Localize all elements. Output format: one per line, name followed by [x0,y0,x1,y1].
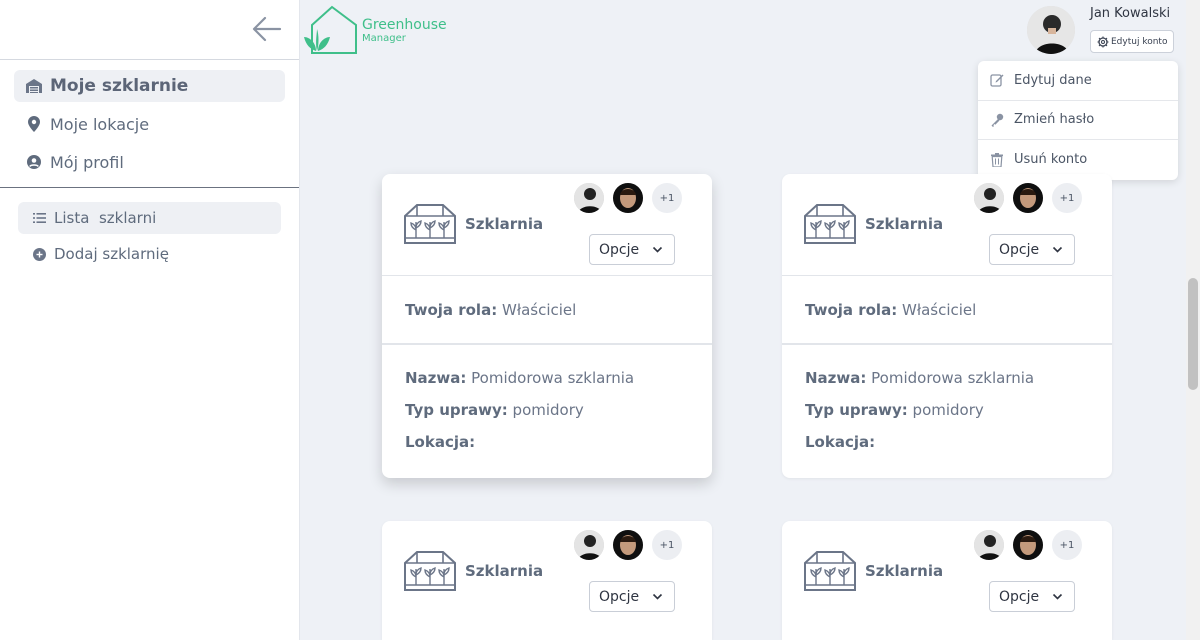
key-icon [990,113,1004,127]
menu-item-change-password[interactable]: Zmień hasło [978,101,1178,140]
avatar[interactable] [1013,183,1043,213]
greenhouse-card: Szklarnia +1 Opcje [782,521,1112,640]
role-label: Twoja rola: [805,301,898,319]
logo-title: Greenhouse [362,17,447,33]
avatar[interactable] [1013,530,1043,560]
nav-item-my-profile[interactable]: Mój profil [14,146,285,178]
sidebar: Moje szklarnie Moje lokacje Mój profil L… [0,0,300,640]
map-pin-icon [26,116,42,132]
avatar[interactable] [1027,6,1075,54]
card-title: Szklarnia [865,562,944,580]
options-label: Opcje [599,588,640,605]
options-label: Opcje [999,588,1040,605]
plus-circle-icon [32,247,46,261]
name-label: Nazwa: [405,369,467,387]
name-label: Nazwa: [805,369,867,387]
greenhouse-logo-icon [304,5,357,54]
name-value: Pomidorowa szklarnia [471,369,635,387]
greenhouse-icon [804,551,856,591]
member-avatars: +1 [574,183,682,213]
sub-item-label: Lista szklarni [54,209,157,227]
sub-item-label: Dodaj szklarnię [54,245,169,263]
card-details: Nazwa: Pomidorowa szklarnia Typ uprawy: … [382,345,712,479]
card-details: Nazwa: Pomidorowa szklarnia Typ uprawy: … [782,345,1112,479]
more-members-badge[interactable]: +1 [652,183,682,213]
user-name: Jan Kowalski [1090,6,1171,21]
more-members-badge[interactable]: +1 [1052,530,1082,560]
nav-item-label: Moje szklarnie [50,76,189,96]
member-avatars: +1 [974,530,1082,560]
location-label: Lokacja: [805,433,876,451]
name-value: Pomidorowa szklarnia [871,369,1035,387]
crop-type-label: Typ uprawy: [405,401,508,419]
avatar[interactable] [974,183,1004,213]
sidebar-header [0,0,299,60]
chevron-down-icon [652,246,663,253]
member-avatars: +1 [574,530,682,560]
options-dropdown-button[interactable]: Opcje [589,234,675,265]
sub-nav: Lista szklarni Dodaj szklarnię [0,188,299,270]
app-logo[interactable]: Greenhouse Manager [302,5,447,55]
more-members-badge[interactable]: +1 [652,530,682,560]
edit-account-label: Edytuj konto [1111,36,1168,47]
avatar[interactable] [974,530,1004,560]
warehouse-icon [26,78,42,94]
scrollbar-thumb[interactable] [1188,278,1198,390]
sub-item-greenhouse-list[interactable]: Lista szklarni [18,202,281,234]
options-dropdown-button[interactable]: Opcje [589,581,675,612]
crop-type-value: pomidory [912,401,984,419]
back-arrow-icon[interactable] [250,12,284,46]
menu-item-label: Zmień hasło [1014,112,1095,128]
logo-subtitle: Manager [362,33,406,44]
nav-item-label: Mój profil [50,152,124,172]
member-avatars: +1 [974,183,1082,213]
edit-account-button[interactable]: Edytuj konto [1090,30,1175,53]
chevron-down-icon [1052,246,1063,253]
crop-type-label: Typ uprawy: [805,401,908,419]
options-label: Opcje [999,241,1040,258]
menu-item-label: Usuń konto [1014,152,1088,168]
edit-icon [990,73,1004,87]
greenhouse-card: Szklarnia +1 Opcje Twoja rola: Właścicie… [382,174,712,478]
account-dropdown-menu: Edytuj dane Zmień hasło Usuń konto [978,61,1178,180]
card-title: Szklarnia [465,215,544,233]
role-label: Twoja rola: [405,301,498,319]
nav-item-my-greenhouses[interactable]: Moje szklarnie [14,70,285,102]
options-label: Opcje [599,241,640,258]
chevron-down-icon [652,593,663,600]
options-dropdown-button[interactable]: Opcje [989,234,1075,265]
more-members-badge[interactable]: +1 [1052,183,1082,213]
crop-type-value: pomidory [512,401,584,419]
greenhouse-icon [404,551,456,591]
role-value: Właściciel [901,301,977,319]
options-dropdown-button[interactable]: Opcje [989,581,1075,612]
gear-icon [1097,36,1109,48]
greenhouse-card: Szklarnia +1 Opcje [382,521,712,640]
main-nav: Moje szklarnie Moje lokacje Mój profil [0,60,299,188]
location-label: Lokacja: [405,433,476,451]
role-value: Właściciel [501,301,577,319]
avatar[interactable] [613,183,643,213]
greenhouse-card: Szklarnia +1 Opcje Twoja rola: Właścicie… [782,174,1112,478]
card-title: Szklarnia [465,562,544,580]
sub-item-add-greenhouse[interactable]: Dodaj szklarnię [18,238,281,270]
greenhouse-icon [404,204,456,244]
card-role: Twoja rola: Właściciel [382,276,712,345]
trash-icon [990,152,1004,167]
nav-item-label: Moje lokacje [50,114,150,134]
greenhouse-icon [804,204,856,244]
avatar[interactable] [613,530,643,560]
chevron-down-icon [1052,593,1063,600]
avatar[interactable] [574,183,604,213]
card-role: Twoja rola: Właściciel [782,276,1112,345]
nav-item-my-locations[interactable]: Moje lokacje [14,108,285,140]
list-icon [32,211,46,225]
user-circle-icon [26,154,42,170]
menu-item-edit-data[interactable]: Edytuj dane [978,61,1178,101]
menu-item-label: Edytuj dane [1014,72,1092,88]
card-title: Szklarnia [865,215,944,233]
avatar[interactable] [574,530,604,560]
